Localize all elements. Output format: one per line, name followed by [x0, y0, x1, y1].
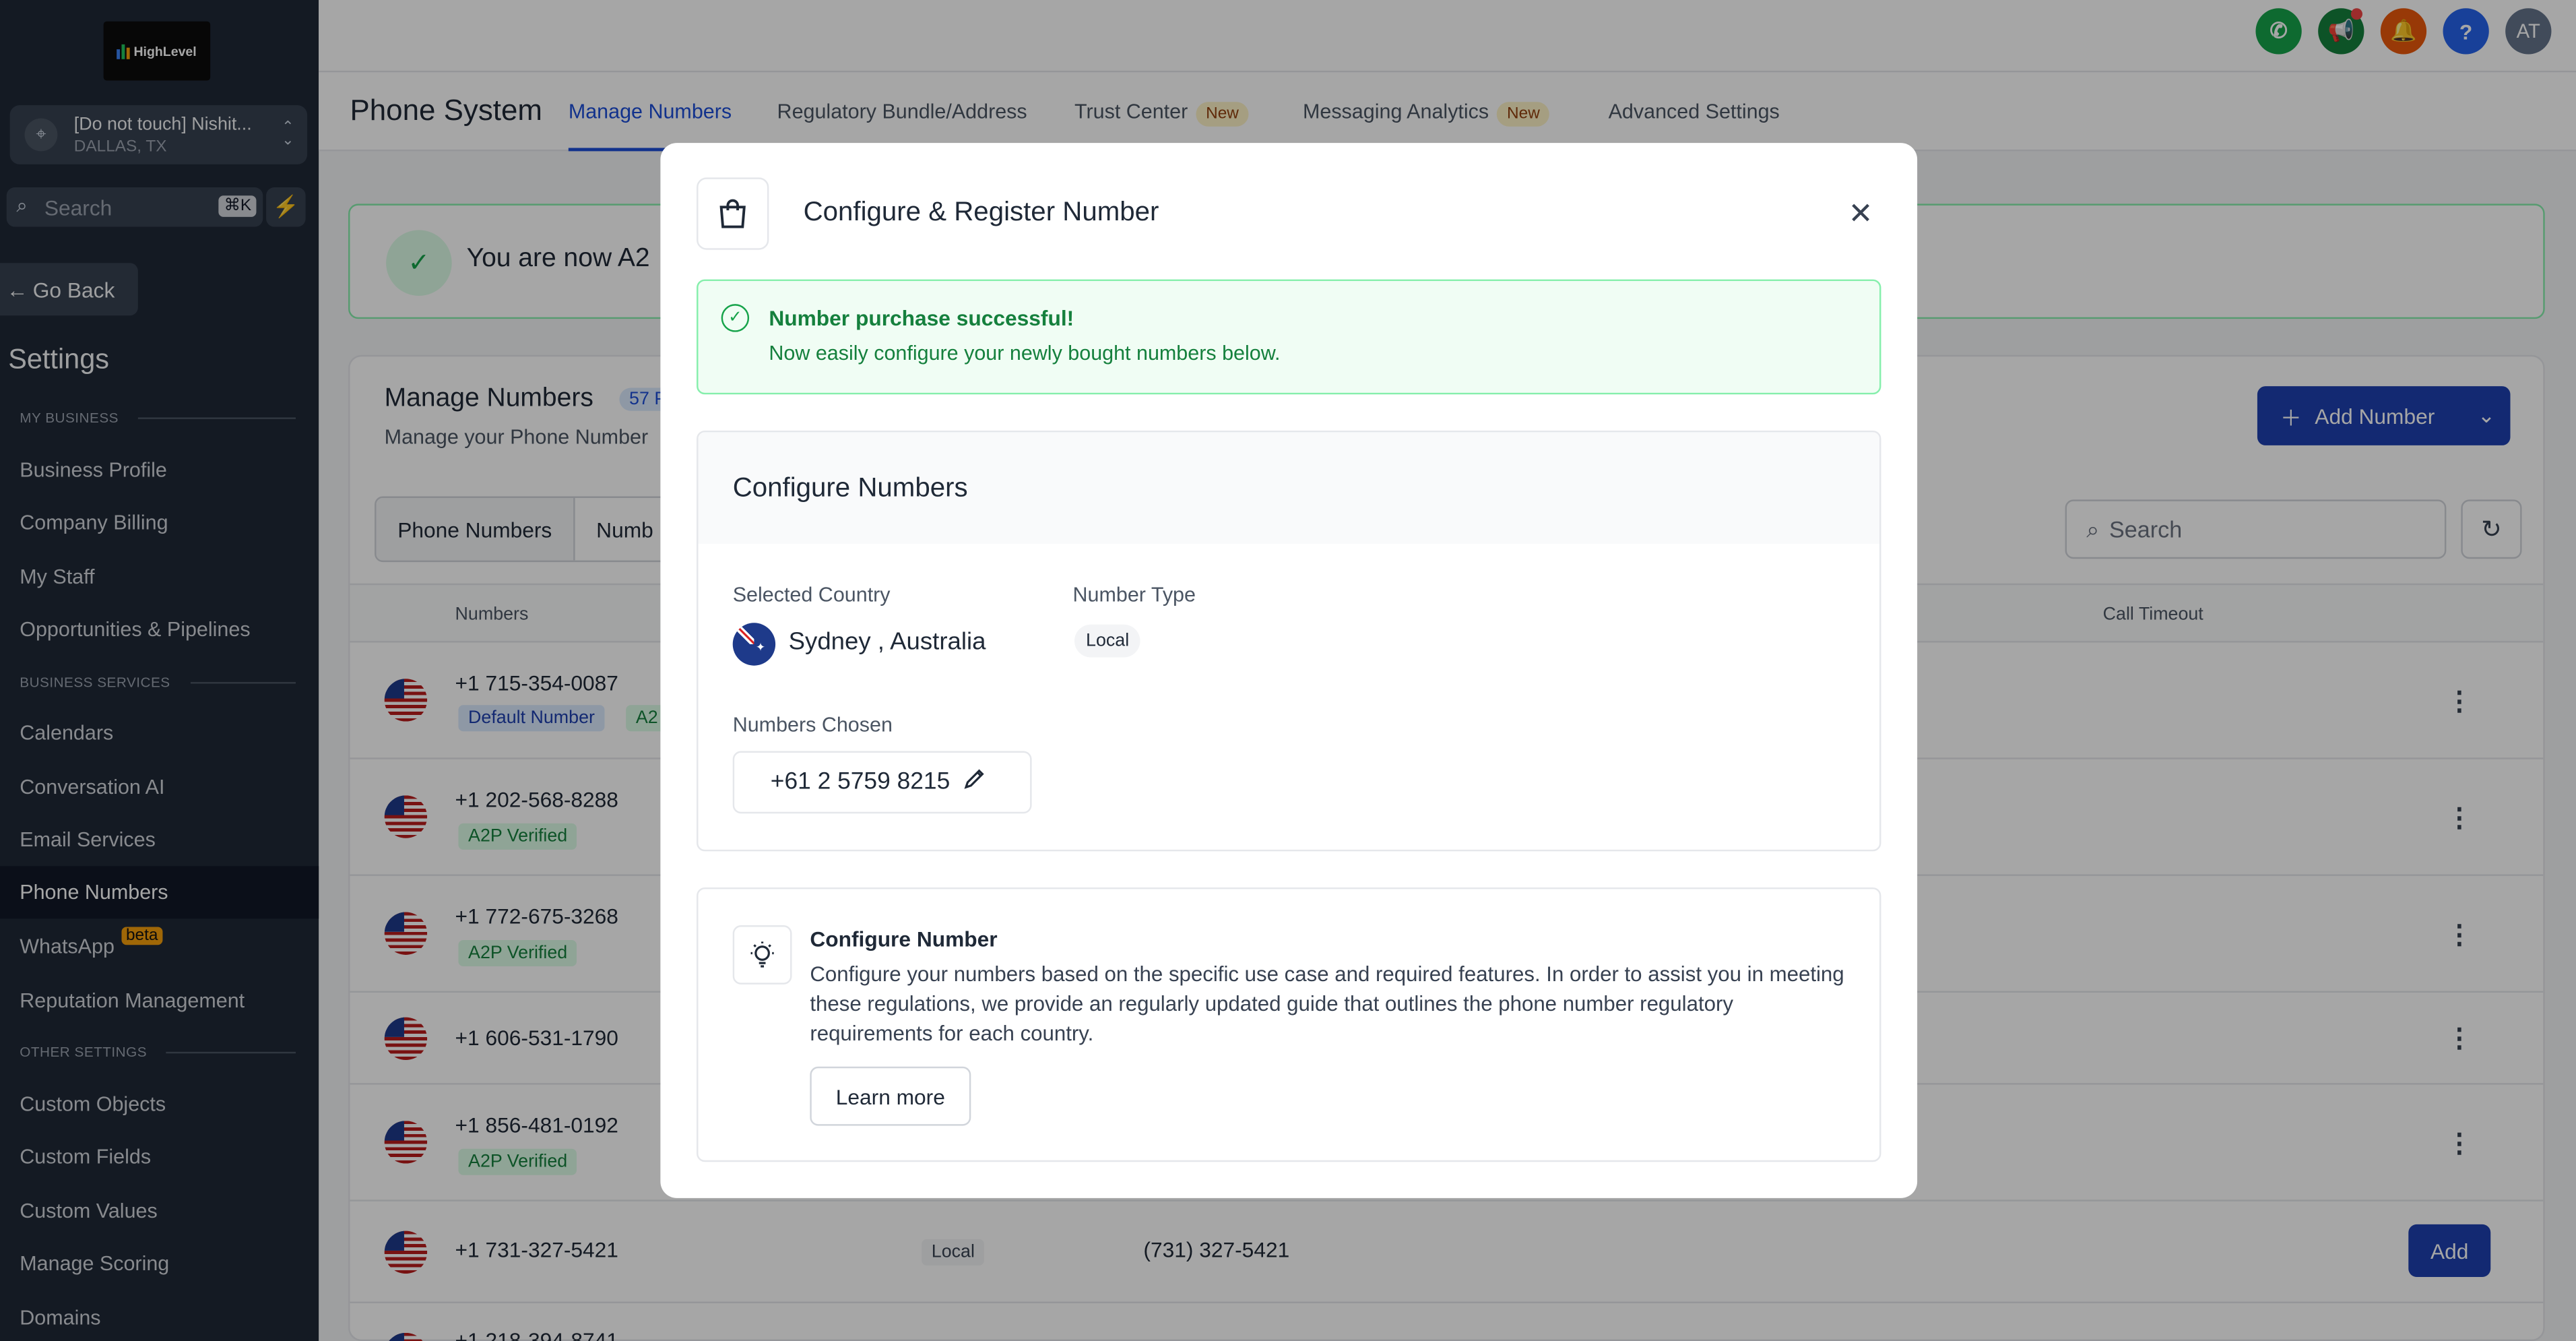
check-circle-icon: ✓	[721, 304, 750, 332]
chosen-number-chip[interactable]: +61 2 5759 8215	[732, 751, 1032, 814]
selected-country-label: Selected Country	[732, 583, 891, 606]
success-message: Now easily configure your newly bought n…	[769, 342, 1281, 365]
australia-flag-icon	[732, 623, 776, 666]
shopping-bag-icon	[697, 177, 769, 250]
selected-country: Sydney , Australia	[788, 627, 986, 656]
success-title: Number purchase successful!	[769, 305, 1074, 331]
tip-body: Configure your numbers based on the spec…	[810, 961, 1844, 1046]
numbers-chosen-label: Numbers Chosen	[732, 713, 893, 737]
pencil-edit-icon[interactable]	[963, 768, 986, 797]
configure-number-tip: Configure Number Configure your numbers …	[697, 887, 1881, 1162]
configure-register-modal: Configure & Register Number ✕ ✓ Number p…	[660, 143, 1918, 1198]
success-alert: ✓ Number purchase successful! Now easily…	[697, 279, 1881, 395]
close-icon[interactable]: ✕	[1848, 197, 1873, 232]
number-type-label: Number Type	[1072, 583, 1196, 606]
learn-more-button[interactable]: Learn more	[810, 1066, 971, 1126]
configure-numbers-heading: Configure Numbers	[732, 473, 968, 503]
tip-title: Configure Number	[810, 927, 998, 952]
configure-numbers-header: Configure Numbers	[698, 432, 1879, 544]
modal-title: Configure & Register Number	[803, 197, 1159, 227]
configure-numbers-panel: Configure Numbers Selected Country Sydne…	[697, 430, 1881, 852]
lightbulb-icon	[732, 925, 792, 985]
chosen-number: +61 2 5759 8215	[770, 769, 951, 796]
number-type-badge: Local	[1074, 624, 1141, 658]
